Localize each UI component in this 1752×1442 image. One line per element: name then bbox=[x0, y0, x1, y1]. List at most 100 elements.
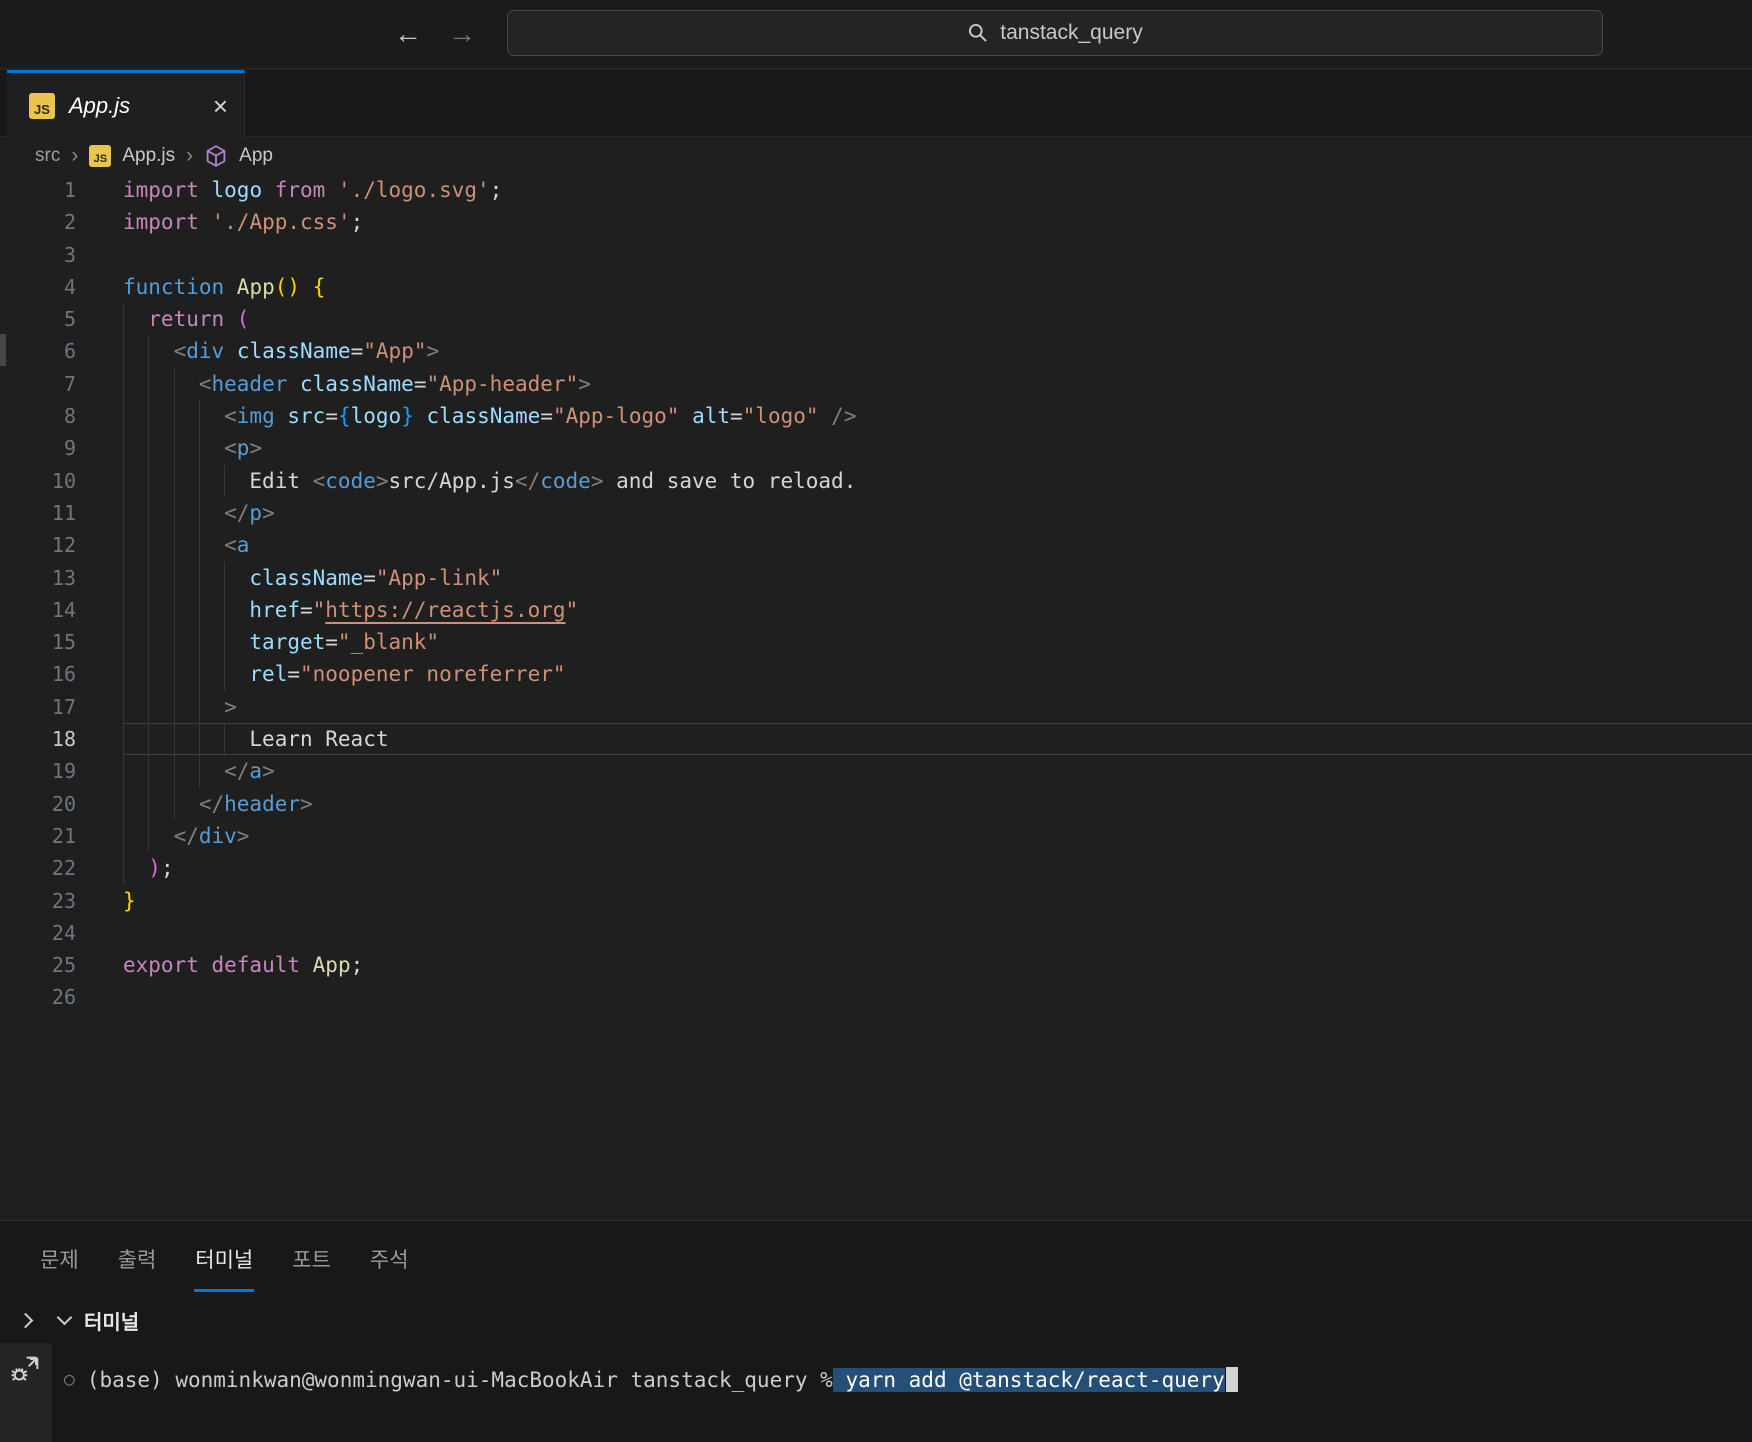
code-content: <img src={logo} className="App-logo" alt… bbox=[123, 400, 856, 433]
panel-tab-출력[interactable]: 출력 bbox=[118, 1221, 157, 1297]
code-line-11[interactable]: 11 </p> bbox=[0, 496, 1752, 530]
panel-tab-포트[interactable]: 포트 bbox=[292, 1221, 331, 1297]
line-number[interactable]: 4 bbox=[0, 271, 123, 303]
indent-guide bbox=[198, 561, 224, 594]
indent-guide bbox=[123, 529, 148, 562]
line-number[interactable]: 7 bbox=[0, 368, 123, 400]
panel-tab-문제[interactable]: 문제 bbox=[40, 1221, 79, 1297]
panel-tab-주석[interactable]: 주석 bbox=[370, 1221, 409, 1297]
code-line-18[interactable]: 18 Learn React bbox=[0, 723, 1752, 756]
line-number[interactable]: 15 bbox=[0, 626, 123, 658]
indent-guide bbox=[123, 755, 148, 788]
indent-guide bbox=[198, 658, 224, 691]
code-line-26[interactable]: 26 bbox=[0, 981, 1752, 1013]
line-number[interactable]: 3 bbox=[0, 239, 123, 271]
chevron-down-icon[interactable] bbox=[56, 1309, 73, 1325]
code-line-12[interactable]: 12 <a bbox=[0, 529, 1752, 562]
indent-guide bbox=[148, 464, 173, 497]
line-number[interactable]: 10 bbox=[0, 465, 123, 497]
code-line-6[interactable]: 6 <div className="App"> bbox=[0, 335, 1752, 368]
breadcrumb-file[interactable]: App.js bbox=[122, 145, 175, 167]
indent-guide bbox=[198, 626, 224, 659]
line-number[interactable]: 25 bbox=[0, 949, 123, 981]
line-number[interactable]: 9 bbox=[0, 432, 123, 464]
indent-guide bbox=[198, 432, 224, 465]
code-content: <div className="App"> bbox=[123, 335, 439, 368]
code-line-24[interactable]: 24 bbox=[0, 917, 1752, 949]
indent-guide bbox=[123, 690, 148, 724]
code-content: ); bbox=[123, 852, 174, 885]
maximize-panel-chevron-icon[interactable] bbox=[17, 1312, 34, 1328]
line-number[interactable]: 12 bbox=[0, 529, 123, 561]
indent-guide bbox=[148, 367, 173, 401]
indent-guide bbox=[198, 496, 224, 530]
symbol-namespace-icon bbox=[206, 145, 226, 167]
indent-guide bbox=[123, 432, 148, 465]
line-number[interactable]: 1 bbox=[0, 174, 123, 206]
code-line-21[interactable]: 21 </div> bbox=[0, 819, 1752, 853]
code-content: </p> bbox=[123, 496, 275, 530]
debug-terminal-icon[interactable] bbox=[10, 1353, 42, 1385]
line-number[interactable]: 20 bbox=[0, 788, 123, 820]
code-line-1[interactable]: 1 import logo from './logo.svg'; bbox=[0, 174, 1752, 206]
javascript-file-icon: JS bbox=[89, 145, 112, 167]
breadcrumb-folder[interactable]: src bbox=[35, 145, 60, 167]
code-line-23[interactable]: 23} bbox=[0, 885, 1752, 917]
code-line-3[interactable]: 3 bbox=[0, 239, 1752, 271]
code-line-8[interactable]: 8 <img src={logo} className="App-logo" al… bbox=[0, 400, 1752, 433]
code-line-10[interactable]: 10 Edit <code>src/App.js</code> and save … bbox=[0, 464, 1752, 497]
code-line-9[interactable]: 9 <p> bbox=[0, 432, 1752, 465]
search-icon bbox=[969, 23, 988, 42]
code-line-14[interactable]: 14 href="https://reactjs.org" bbox=[0, 593, 1752, 627]
line-number[interactable]: 11 bbox=[0, 497, 123, 529]
line-number[interactable]: 8 bbox=[0, 400, 123, 432]
line-number[interactable]: 13 bbox=[0, 562, 123, 594]
terminal[interactable]: ○ (base) wonminkwan@wonmingwan-ui-MacBoo… bbox=[0, 1343, 1752, 1442]
indent-guide bbox=[198, 593, 224, 627]
line-number[interactable]: 24 bbox=[0, 917, 123, 949]
code-line-15[interactable]: 15 target="_blank" bbox=[0, 626, 1752, 659]
code-line-5[interactable]: 5 return ( bbox=[0, 303, 1752, 336]
line-number[interactable]: 18 bbox=[0, 723, 123, 755]
command-decoration-icon[interactable]: ○ bbox=[64, 1369, 75, 1390]
indent-guide bbox=[224, 561, 249, 594]
indent-guide bbox=[123, 561, 148, 594]
close-tab-icon[interactable]: × bbox=[213, 93, 228, 119]
indent-guide bbox=[173, 787, 199, 820]
line-number[interactable]: 2 bbox=[0, 206, 123, 238]
line-number[interactable]: 14 bbox=[0, 594, 123, 626]
code-line-25[interactable]: 25 export default App; bbox=[0, 949, 1752, 981]
indent-guide bbox=[173, 723, 199, 756]
tab-appjs[interactable]: JS App.js × bbox=[7, 70, 245, 138]
indent-guide bbox=[123, 852, 148, 885]
line-number[interactable]: 19 bbox=[0, 755, 123, 787]
line-number[interactable]: 17 bbox=[0, 691, 123, 723]
line-number[interactable]: 16 bbox=[0, 658, 123, 690]
code-line-2[interactable]: 2 import './App.css'; bbox=[0, 206, 1752, 238]
line-number[interactable]: 6 bbox=[0, 335, 123, 367]
code-line-17[interactable]: 17 > bbox=[0, 690, 1752, 724]
code-line-16[interactable]: 16 rel="noopener noreferrer" bbox=[0, 658, 1752, 691]
line-number[interactable]: 26 bbox=[0, 981, 123, 1013]
line-number[interactable]: 21 bbox=[0, 820, 123, 852]
code-line-4[interactable]: 4 function App() { bbox=[0, 271, 1752, 303]
breadcrumb-symbol[interactable]: App bbox=[239, 145, 273, 167]
code-line-22[interactable]: 22); bbox=[0, 852, 1752, 885]
code-line-20[interactable]: 20 </header> bbox=[0, 787, 1752, 820]
line-number[interactable]: 5 bbox=[0, 303, 123, 335]
forward-icon[interactable]: → bbox=[442, 14, 482, 54]
terminal-output[interactable]: ○ (base) wonminkwan@wonmingwan-ui-MacBoo… bbox=[52, 1343, 1752, 1442]
command-center-search[interactable]: tanstack_query bbox=[507, 10, 1603, 56]
chevron-right-icon: › bbox=[71, 144, 79, 167]
code-content: > bbox=[123, 690, 237, 724]
code-line-7[interactable]: 7 <header className="App-header"> bbox=[0, 367, 1752, 401]
code-line-13[interactable]: 13 className="App-link" bbox=[0, 561, 1752, 594]
back-icon[interactable]: ← bbox=[388, 14, 428, 54]
code-content: export default App; bbox=[123, 953, 364, 978]
panel-tab-터미널[interactable]: 터미널 bbox=[194, 1221, 255, 1297]
code-line-19[interactable]: 19 </a> bbox=[0, 755, 1752, 788]
line-number[interactable]: 22 bbox=[0, 852, 123, 884]
line-number[interactable]: 23 bbox=[0, 885, 123, 917]
indent-guide bbox=[173, 755, 199, 788]
code-editor[interactable]: 1 import logo from './logo.svg'; 2 import '… bbox=[0, 174, 1752, 1220]
